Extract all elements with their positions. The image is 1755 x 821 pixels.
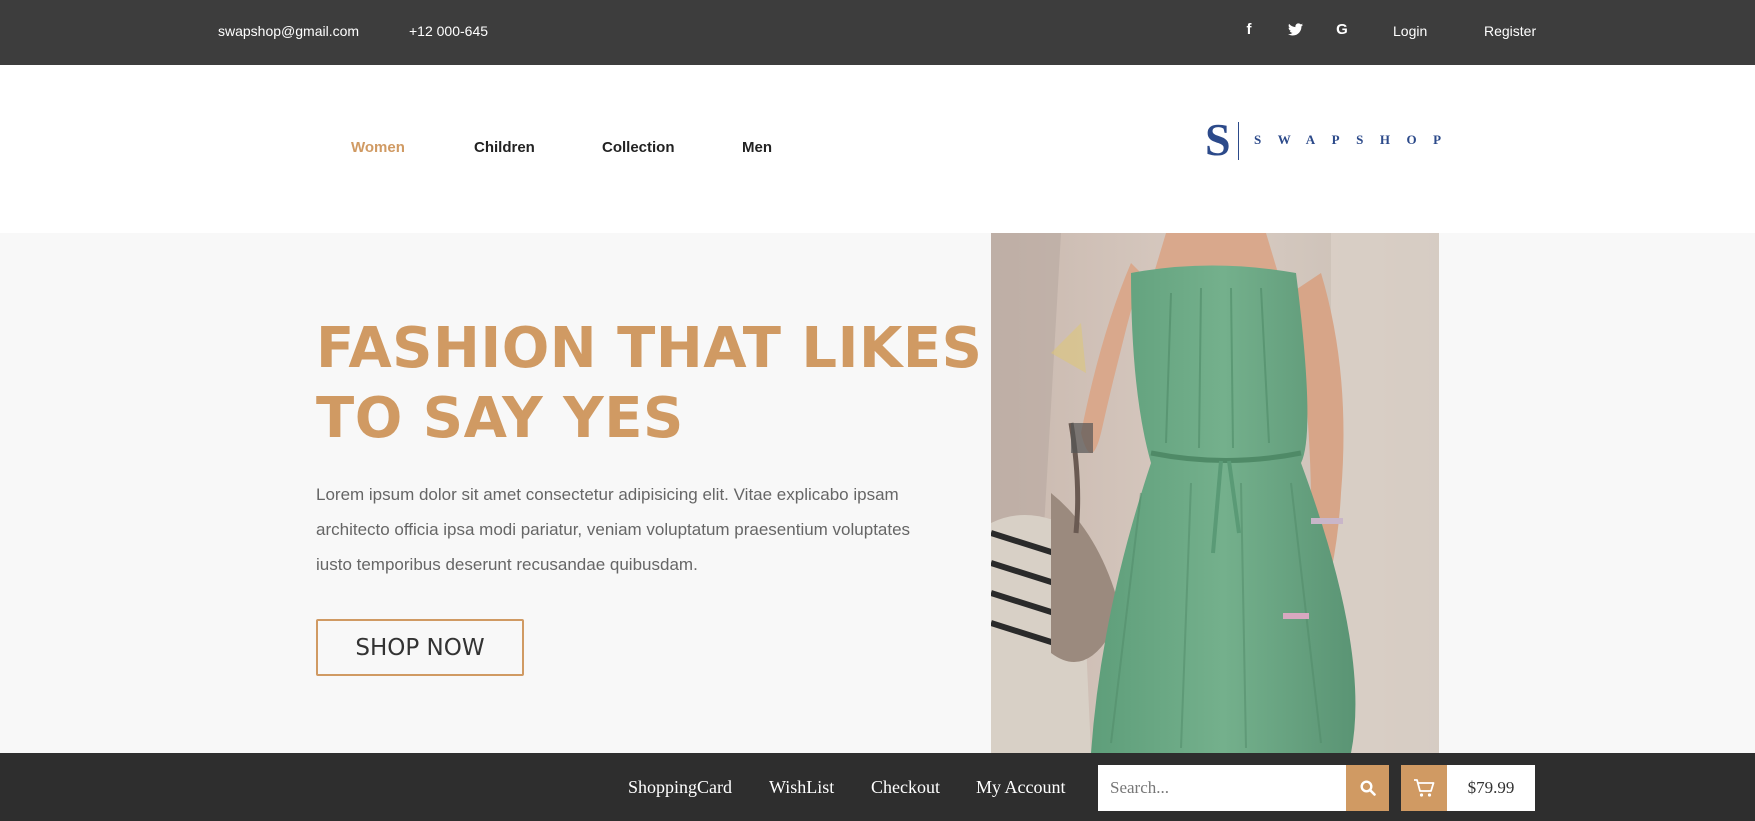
cart-icon: [1414, 779, 1435, 797]
hero-title-line2: TO SAY YES: [316, 386, 684, 451]
search-input[interactable]: [1098, 765, 1346, 811]
bottom-bar: ShoppingCard WishList Checkout My Accoun…: [0, 753, 1755, 821]
cart-total: $79.99: [1447, 765, 1535, 811]
top-bar: swapshop@gmail.com +12 000-645 f G Login…: [0, 0, 1755, 65]
header: Women Children Collection Men S SWAPSHOP: [0, 65, 1755, 233]
cart-button[interactable]: [1401, 765, 1447, 811]
hero-title-line1: FASHION THAT LIKES: [316, 316, 983, 381]
checkout-link[interactable]: Checkout: [871, 777, 940, 798]
contact-email: swapshop@gmail.com: [218, 23, 360, 39]
nav-item-women[interactable]: Women: [351, 139, 405, 156]
nav-item-men[interactable]: Men: [742, 139, 772, 156]
facebook-icon[interactable]: f: [1240, 21, 1258, 38]
site-logo[interactable]: S SWAPSHOP: [1205, 116, 1445, 164]
twitter-icon[interactable]: [1286, 21, 1304, 40]
wishlist-link[interactable]: WishList: [769, 777, 834, 798]
search-icon: [1359, 780, 1376, 796]
contact-phone: +12 000-645: [409, 23, 489, 39]
google-icon[interactable]: G: [1333, 21, 1351, 38]
hero-section: FASHION THAT LIKES TO SAY YES Lorem ipsu…: [0, 233, 1755, 753]
hero-title: FASHION THAT LIKES TO SAY YES: [316, 314, 982, 454]
hero-image: [991, 233, 1439, 753]
login-link[interactable]: Login: [1393, 23, 1427, 39]
logo-divider: [1238, 122, 1239, 160]
register-link[interactable]: Register: [1484, 23, 1536, 39]
hero-description: Lorem ipsum dolor sit amet consectetur a…: [316, 485, 911, 574]
dress-model-illustration: [991, 233, 1439, 753]
shop-now-button[interactable]: SHOP NOW: [316, 619, 524, 676]
nav-item-children[interactable]: Children: [474, 139, 535, 156]
my-account-link[interactable]: My Account: [976, 777, 1066, 798]
logo-wordmark: SWAPSHOP: [1254, 132, 1458, 147]
logo-mark: S: [1205, 114, 1231, 165]
search-button[interactable]: [1346, 765, 1389, 811]
nav-item-collection[interactable]: Collection: [602, 139, 675, 156]
shopping-cart-link[interactable]: ShoppingCard: [628, 777, 732, 798]
